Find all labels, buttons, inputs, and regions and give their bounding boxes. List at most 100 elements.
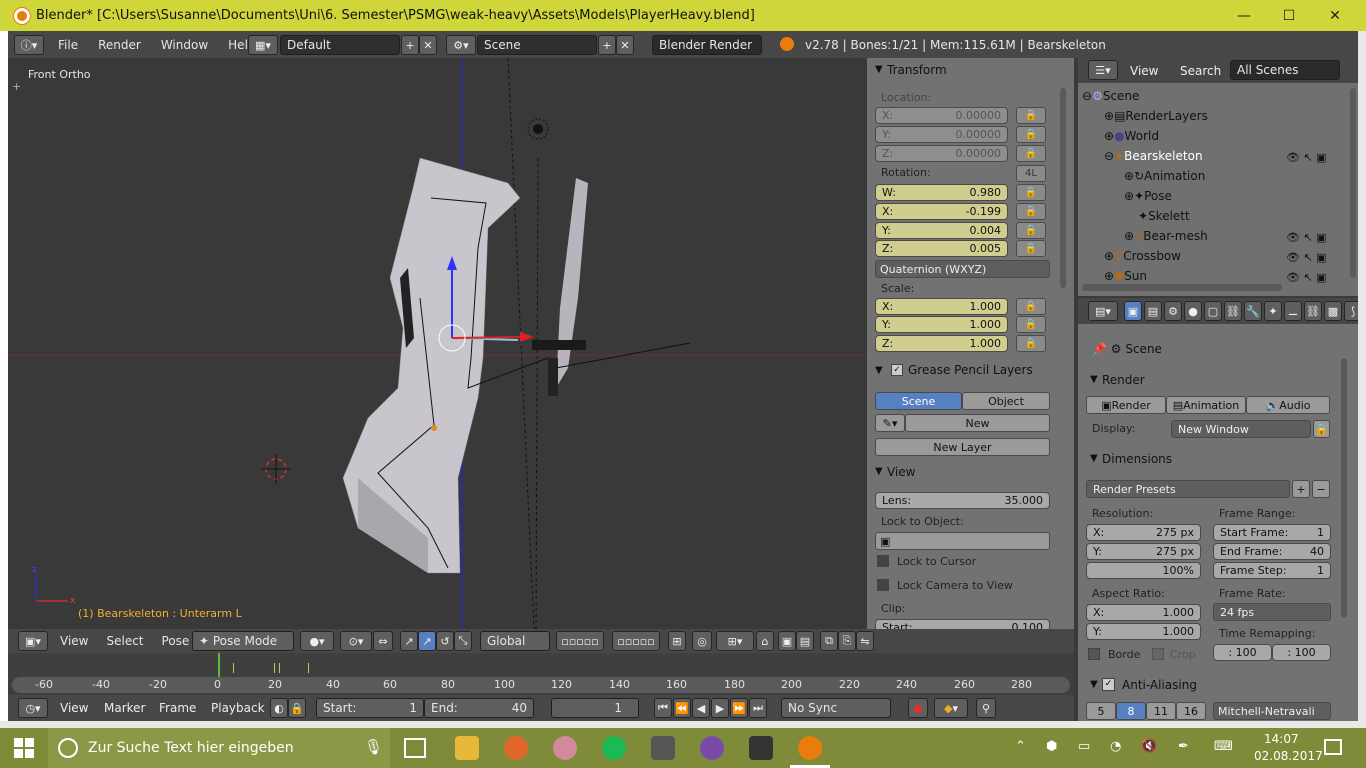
outliner-row-bear-mesh[interactable]: ⊕ ▽ Bear-mesh [1124, 226, 1208, 246]
viewport-menu-select[interactable]: Select [106, 634, 143, 648]
aspect-y-field[interactable]: Y: 1.000 [1086, 623, 1201, 640]
grease-pencil-title[interactable]: Grease Pencil Layers [908, 363, 1033, 377]
audio-button[interactable]: 🔈 Audio [1246, 396, 1330, 414]
object-tab-icon[interactable]: ▢ [1204, 301, 1222, 321]
location-z-field[interactable]: Z: 0.00000 [875, 145, 1008, 162]
outliner-row-animation[interactable]: ⊕ ↻ Animation [1124, 166, 1205, 186]
current-frame-field[interactable]: 1 [551, 698, 639, 718]
scene-icon[interactable]: ⚙▾ [446, 35, 476, 55]
menu-render[interactable]: Render [98, 38, 141, 52]
volume-icon[interactable]: 🔇 [1141, 739, 1157, 754]
aa-samples-16[interactable]: 16 [1176, 702, 1206, 720]
frame-step-field[interactable]: Frame Step: 1 [1213, 562, 1331, 579]
prev-keyframe-icon[interactable]: ⏪ [673, 698, 691, 718]
timeline-editor-icon[interactable]: ◷▾ [18, 698, 48, 718]
paint-icon[interactable] [553, 736, 577, 760]
new-grease-button[interactable]: New [905, 414, 1050, 432]
physics-tab-icon[interactable]: ⟆ [1344, 301, 1358, 321]
notifications-icon[interactable] [1324, 739, 1342, 755]
properties-scrollbar[interactable] [1341, 358, 1347, 618]
rotate-icon[interactable]: ↺ [436, 631, 454, 651]
lock-object-field[interactable]: ▣ [875, 532, 1050, 550]
snap-select-icon[interactable]: ⊞▾ [716, 631, 754, 651]
render-opengl-icon[interactable]: ▣ [778, 631, 796, 651]
orientation-select[interactable]: Global [480, 631, 550, 651]
grease-pencil-checkbox[interactable]: ✓ [891, 364, 903, 376]
rotation-4l-toggle[interactable]: 4L [1016, 165, 1046, 182]
close-button[interactable]: ✕ [1312, 0, 1358, 31]
outliner-filter-select[interactable]: All Scenes [1230, 60, 1340, 80]
visibility-icons[interactable]: 👁 ↖ ▣ 👁 ↖ ▣ 👁 ↖ ▣ 👁 ↖ ▣ [1286, 148, 1327, 288]
microphone-icon[interactable]: 🎙 [364, 738, 383, 756]
display-lock-icon[interactable]: 🔒 [1313, 420, 1330, 438]
proportional-edit-icon[interactable]: ◎ [692, 631, 712, 651]
current-frame-marker[interactable] [218, 653, 220, 677]
3d-viewport[interactable]: Front Ortho + z x (1) Bearskeleton: Unt… [8, 58, 867, 629]
pen-icon[interactable]: ✒ [1178, 739, 1189, 754]
outliner-row-skelett[interactable]: ✦ Skelett [1138, 206, 1190, 226]
outliner-row-pose[interactable]: ⊕ ✦ Pose [1124, 186, 1172, 206]
timeline-area[interactable] [8, 653, 1074, 677]
animation-button[interactable]: ▤ Animation [1166, 396, 1246, 414]
firefox-icon[interactable] [504, 736, 528, 760]
render-engine-select[interactable]: Blender Render [652, 35, 762, 55]
render-button[interactable]: ▣ Render [1086, 396, 1166, 414]
remove-layout-button[interactable]: ✕ [419, 35, 437, 55]
scene-tab-icon[interactable]: ⚙ [1164, 301, 1182, 321]
menu-window[interactable]: Window [161, 38, 208, 52]
blender-taskbar-icon[interactable] [798, 736, 822, 760]
lock-location-x-icon[interactable]: 🔒 [1016, 107, 1046, 124]
lock-range-icon[interactable]: 🔒 [288, 698, 306, 718]
file-explorer-icon[interactable] [455, 736, 479, 760]
translate-icon[interactable]: ↗ [418, 631, 436, 651]
play-reverse-icon[interactable]: ◀ [692, 698, 710, 718]
timeline-menu-playback[interactable]: Playback [211, 701, 265, 715]
render-presets-select[interactable]: Render Presets [1086, 480, 1290, 498]
grease-object-tab[interactable]: Object [962, 392, 1050, 410]
remove-scene-button[interactable]: ✕ [616, 35, 634, 55]
anti-aliasing-title[interactable]: Anti-Aliasing [1122, 678, 1197, 692]
display-icon[interactable]: ▭ [1078, 739, 1090, 754]
pin-icon[interactable]: 📌 [1092, 342, 1111, 356]
lock-rotation-w-icon[interactable]: 🔒 [1016, 184, 1046, 201]
lens-field[interactable]: Lens: 35.000 [875, 492, 1050, 509]
shading-select[interactable]: ●▾ [300, 631, 334, 651]
lock-scale-x-icon[interactable]: 🔒 [1016, 298, 1046, 315]
outliner-row-crossbow[interactable]: ⊕ ▽ Crossbow [1104, 246, 1181, 266]
lock-scale-z-icon[interactable]: 🔒 [1016, 335, 1046, 352]
properties-editor-icon[interactable]: ▤▾ [1088, 301, 1118, 321]
npanel-scrollbar[interactable] [1060, 88, 1066, 288]
manipulator-toggle[interactable]: ⇔ [373, 631, 393, 651]
jump-end-icon[interactable]: ⏭ [749, 698, 767, 718]
taskbar-search[interactable]: Zur Suche Text hier eingeben 🎙 [48, 728, 390, 768]
outliner-scrollbar[interactable] [1350, 88, 1356, 278]
rotation-y-field[interactable]: Y: 0.004 [875, 222, 1008, 239]
preview-range-icon[interactable]: ◐ [270, 698, 288, 718]
editor-type-icon[interactable]: ▣▾ [18, 631, 48, 651]
modifiers-tab-icon[interactable]: 🔧 [1244, 301, 1262, 321]
play-icon[interactable]: ▶ [711, 698, 729, 718]
clock-time[interactable]: 14:07 [1264, 732, 1299, 746]
lock-rotation-y-icon[interactable]: 🔒 [1016, 222, 1046, 239]
outliner-row-scene[interactable]: ⊖ ⚙ Scene [1082, 86, 1139, 106]
info-editor-type-button[interactable]: ⓘ▾ [14, 35, 44, 55]
aa-samples-5[interactable]: 5 [1086, 702, 1116, 720]
wifi-icon[interactable]: ◔ [1110, 739, 1121, 754]
unity-icon[interactable] [749, 736, 773, 760]
resolution-percent-field[interactable]: 100% [1086, 562, 1201, 579]
lock-rotation-z-icon[interactable]: 🔒 [1016, 240, 1046, 257]
outliner-editor-icon[interactable]: ☰▾ [1088, 60, 1118, 80]
timeline-menu-marker[interactable]: Marker [104, 701, 145, 715]
location-x-field[interactable]: X: 0.00000 [875, 107, 1008, 124]
task-view-icon[interactable] [404, 738, 426, 758]
mode-select[interactable]: ✦ Pose Mode [192, 631, 294, 651]
rotation-x-field[interactable]: X: -0.199 [875, 203, 1008, 220]
keying-set-lock-icon[interactable]: ⚲ [976, 698, 996, 718]
sync-select[interactable]: No Sync [781, 698, 891, 718]
viewport-menu-pose[interactable]: Pose [162, 634, 190, 648]
render-layers-tab-icon[interactable]: ▤ [1144, 301, 1162, 321]
timeline-menu-frame[interactable]: Frame [159, 701, 196, 715]
rotation-z-field[interactable]: Z: 0.005 [875, 240, 1008, 257]
new-layer-button[interactable]: New Layer [875, 438, 1050, 456]
spotify-icon[interactable] [602, 736, 626, 760]
